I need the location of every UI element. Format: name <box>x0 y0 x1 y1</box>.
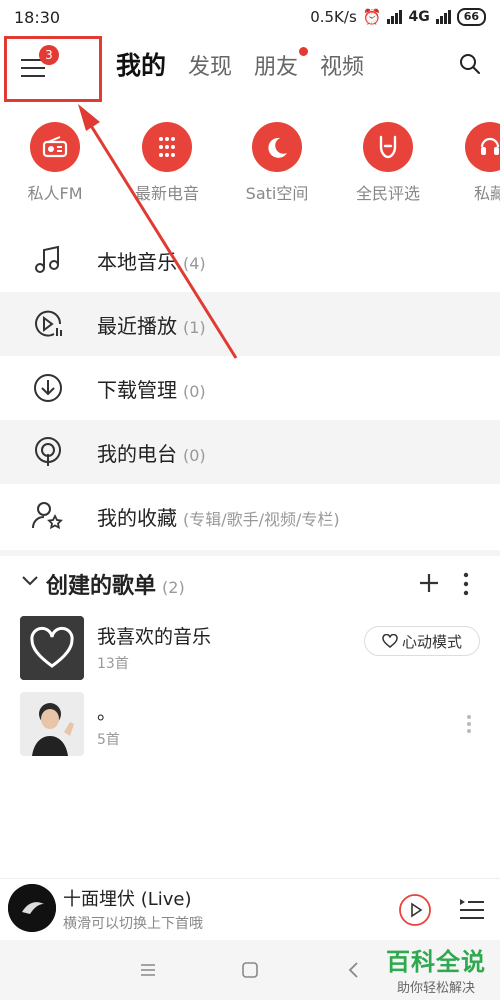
signal-icon-2 <box>435 10 451 24</box>
list-item-downloads[interactable]: 下载管理 (0) <box>0 356 500 420</box>
playlist-cover-second <box>20 692 84 756</box>
quick-item-fm[interactable]: 私人FM <box>5 122 105 204</box>
system-nav-bar: 百科全说 助你轻松解决 <box>0 940 500 1000</box>
battery-icon: 66 <box>456 8 486 26</box>
playlist-cover-liked <box>20 616 84 680</box>
quick-item-sati[interactable]: Sati空间 <box>227 122 327 204</box>
red-dot-indicator <box>299 47 309 56</box>
tab-mine[interactable]: 我的 <box>116 46 166 82</box>
nav-tabs: 我的 发现 朋友 视频 <box>116 46 364 82</box>
hamburger-icon <box>21 59 45 83</box>
my-music-list: 本地音乐 (4) 最近播放 (1) 下载管理 (0) 我的电台 (0) 我的收藏 (专辑/… <box>0 228 500 548</box>
quick-label-private: 私藏 <box>473 184 500 203</box>
rock-hand-icon <box>363 122 413 172</box>
my-favorites-count: (专辑/歌手/视频/专栏) <box>183 509 340 529</box>
status-time: 18:30 <box>14 7 61 27</box>
home-icon[interactable] <box>240 960 260 980</box>
menu-button[interactable]: 3 <box>4 36 102 102</box>
list-item-label: 本地音乐 (4) <box>97 246 206 275</box>
section-divider <box>0 550 500 556</box>
search-icon[interactable] <box>458 52 482 76</box>
add-icon[interactable] <box>418 572 440 594</box>
playlist-queue-icon[interactable] <box>458 895 486 923</box>
tab-discover[interactable]: 发现 <box>188 49 232 81</box>
watermark: 百科全说 助你轻松解决 <box>386 942 486 996</box>
downloads-count: (0) <box>183 381 206 401</box>
section-title-text: 创建的歌单 <box>46 574 157 599</box>
radio-icon <box>30 122 80 172</box>
status-bar: 18:30 0.5K/s ⏰ 4G 66 <box>0 0 500 34</box>
tab-friends[interactable]: 朋友 <box>254 47 309 81</box>
now-playing-title: 十面埋伏 (Live) <box>63 889 192 910</box>
tab-video[interactable]: 视频 <box>320 49 364 81</box>
list-item-recent-play[interactable]: 最近播放 (1) <box>0 292 500 356</box>
moon-icon <box>252 122 302 172</box>
list-item-label: 我的电台 (0) <box>97 438 206 467</box>
play-icon[interactable] <box>398 893 432 927</box>
playlist-count: 13首 <box>97 656 129 672</box>
quick-item-private[interactable]: 私藏 <box>440 122 500 204</box>
back-icon[interactable] <box>344 960 364 980</box>
recent-apps-icon[interactable] <box>138 960 158 980</box>
alarm-icon: ⏰ <box>362 8 382 26</box>
quick-item-vote[interactable]: 全民评选 <box>338 122 438 204</box>
list-item-label: 我的收藏 (专辑/歌手/视频/专栏) <box>97 502 340 531</box>
network-speed: 0.5K/s <box>310 8 357 26</box>
favorite-user-icon <box>32 502 63 530</box>
now-playing-cover <box>8 884 56 932</box>
list-item-my-favorites[interactable]: 我的收藏 (专辑/歌手/视频/专栏) <box>0 484 500 548</box>
list-item-local-music[interactable]: 本地音乐 (4) <box>0 228 500 292</box>
quick-label-edm: 最新电音 <box>134 184 199 203</box>
download-icon <box>34 374 62 402</box>
podcast-icon <box>35 437 61 466</box>
local-music-count: (4) <box>183 253 206 273</box>
dots-grid-icon <box>142 122 192 172</box>
recent-play-label: 最近播放 <box>97 313 177 338</box>
heart-mode-label: 心动模式 <box>401 632 462 651</box>
watermark-title: 百科全说 <box>386 948 486 976</box>
section-count: (2) <box>162 578 185 597</box>
quick-label-sati: Sati空间 <box>245 184 309 203</box>
playlist-name: 我喜欢的音乐 <box>97 626 212 648</box>
list-item-label: 下载管理 (0) <box>97 374 206 403</box>
quick-label-vote: 全民评选 <box>355 184 420 203</box>
local-music-label: 本地音乐 <box>97 249 177 274</box>
network-type: 4G <box>408 9 430 25</box>
playlist-item-liked[interactable]: 我喜欢的音乐 13首 心动模式 <box>0 616 500 684</box>
list-item-my-radio[interactable]: 我的电台 (0) <box>0 420 500 484</box>
recent-play-icon <box>35 310 62 337</box>
tab-friends-label: 朋友 <box>254 55 299 80</box>
recent-play-count: (1) <box>183 317 206 337</box>
chevron-down-icon <box>22 576 38 586</box>
mini-player[interactable]: 十面埋伏 (Live) 横滑可以切换上下首哦 <box>0 878 500 940</box>
section-title: 创建的歌单 (2) <box>46 568 185 600</box>
quick-item-edm[interactable]: 最新电音 <box>117 122 217 204</box>
more-vertical-icon[interactable] <box>462 572 470 596</box>
heartbeat-icon <box>382 634 398 648</box>
my-radio-count: (0) <box>183 445 206 465</box>
quick-entry-row: 私人FM 最新电音 Sati空间 全民评选 私藏 <box>0 122 500 208</box>
quick-label-fm: 私人FM <box>27 184 83 203</box>
my-favorites-label: 我的收藏 <box>97 505 177 530</box>
watermark-subtitle: 助你轻松解决 <box>396 981 475 996</box>
playlist-name: 。 <box>97 702 117 724</box>
playlist-item-second[interactable]: 。 5首 <box>0 692 500 760</box>
more-vertical-icon[interactable] <box>466 714 472 734</box>
heart-mode-button[interactable]: 心动模式 <box>364 626 480 656</box>
notification-badge: 3 <box>39 45 59 65</box>
playlist-count: 5首 <box>97 732 120 748</box>
downloads-label: 下载管理 <box>97 377 177 402</box>
created-playlists-header[interactable]: 创建的歌单 (2) <box>0 562 500 606</box>
top-nav: 3 我的 发现 朋友 视频 <box>0 34 500 102</box>
now-playing-hint: 横滑可以切换上下首哦 <box>63 916 203 932</box>
private-collection-icon <box>465 122 500 172</box>
music-note-icon <box>35 245 59 273</box>
signal-icon <box>387 10 403 24</box>
my-radio-label: 我的电台 <box>97 441 177 466</box>
list-item-label: 最近播放 (1) <box>97 310 206 339</box>
